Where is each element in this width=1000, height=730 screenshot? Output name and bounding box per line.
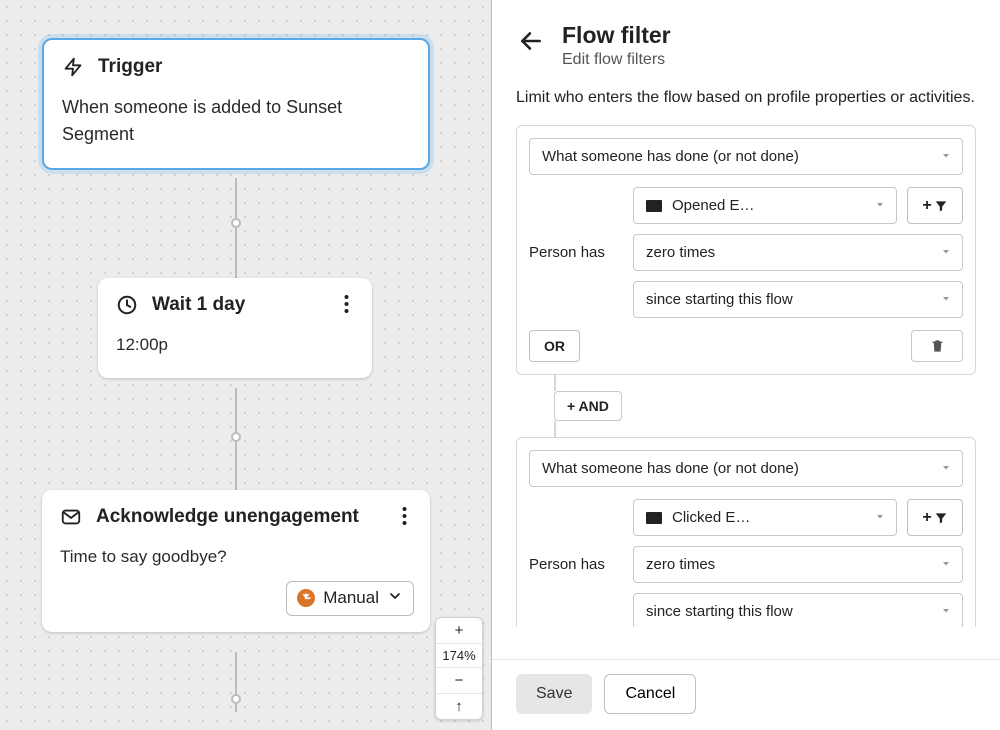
person-has-label: Person has: [529, 556, 621, 573]
panel-footer: Save Cancel: [492, 659, 1000, 730]
save-button[interactable]: Save: [516, 674, 592, 714]
chevron-down-icon: [940, 556, 952, 573]
flow-canvas[interactable]: Trigger When someone is added to Sunset …: [0, 0, 492, 730]
chevron-down-icon: [940, 291, 952, 308]
timeframe-label: since starting this flow: [646, 291, 793, 308]
tag-icon: [297, 589, 315, 607]
chevron-down-icon: [940, 244, 952, 261]
trigger-title: Trigger: [98, 56, 162, 78]
plus-icon: +: [922, 197, 931, 215]
connector-line: [235, 178, 237, 278]
add-filter-button[interactable]: +: [907, 499, 963, 536]
and-button[interactable]: + AND: [554, 391, 622, 421]
flow-filter-panel: Flow filter Edit flow filters Limit who …: [492, 0, 1000, 730]
event-label: Opened E…: [672, 197, 755, 214]
node-menu-button[interactable]: [392, 504, 416, 528]
email-title: Acknowledge unengagement: [96, 506, 359, 528]
chevron-down-icon: [874, 197, 886, 214]
zoom-level: 174%: [436, 644, 482, 668]
send-mode-label: Manual: [323, 588, 379, 608]
timeframe-select[interactable]: since starting this flow: [633, 281, 963, 318]
back-button[interactable]: [516, 26, 546, 56]
filter-group: What someone has done (or not done) Pers…: [516, 125, 976, 375]
timeframe-select[interactable]: since starting this flow: [633, 593, 963, 627]
or-button[interactable]: OR: [529, 330, 580, 362]
event-select[interactable]: Opened E…: [633, 187, 897, 224]
trigger-description: When someone is added to Sunset Segment: [62, 94, 410, 148]
zoom-out-button[interactable]: −: [436, 668, 482, 694]
event-icon: [646, 512, 662, 524]
chevron-down-icon: [940, 148, 952, 165]
connector-dot[interactable]: [231, 218, 241, 228]
node-menu-button[interactable]: [334, 292, 358, 316]
clock-icon: [116, 294, 138, 316]
plus-icon: +: [922, 509, 931, 527]
condition-type-select[interactable]: What someone has done (or not done): [529, 450, 963, 487]
lightning-icon: [62, 56, 84, 78]
send-mode-select[interactable]: Manual: [286, 581, 414, 616]
timeframe-label: since starting this flow: [646, 603, 793, 620]
wait-time: 12:00p: [116, 332, 354, 358]
filter-group: What someone has done (or not done) Pers…: [516, 437, 976, 627]
condition-type-label: What someone has done (or not done): [542, 460, 799, 477]
connector-dot[interactable]: [231, 694, 241, 704]
connector-dot[interactable]: [231, 432, 241, 442]
email-node[interactable]: Acknowledge unengagement Time to say goo…: [42, 490, 430, 632]
condition-type-select[interactable]: What someone has done (or not done): [529, 138, 963, 175]
chevron-down-icon: [874, 509, 886, 526]
chevron-down-icon: [940, 603, 952, 620]
count-label: zero times: [646, 556, 715, 573]
count-label: zero times: [646, 244, 715, 261]
event-icon: [646, 200, 662, 212]
count-select[interactable]: zero times: [633, 546, 963, 583]
scroll-up-button[interactable]: ↑: [436, 694, 482, 719]
wait-title: Wait 1 day: [152, 294, 245, 316]
count-select[interactable]: zero times: [633, 234, 963, 271]
and-connector: + AND: [554, 375, 976, 437]
person-has-label: Person has: [529, 244, 621, 261]
panel-instruction: Limit who enters the flow based on profi…: [516, 89, 976, 107]
panel-title: Flow filter: [562, 22, 671, 49]
email-preview: Time to say goodbye?: [60, 544, 412, 570]
chevron-down-icon: [940, 460, 952, 477]
delete-group-button[interactable]: [911, 330, 963, 362]
cancel-button[interactable]: Cancel: [604, 674, 696, 714]
event-label: Clicked E…: [672, 509, 750, 526]
mail-icon: [60, 506, 82, 528]
panel-subtitle: Edit flow filters: [562, 51, 671, 69]
add-filter-button[interactable]: +: [907, 187, 963, 224]
condition-type-label: What someone has done (or not done): [542, 148, 799, 165]
zoom-in-button[interactable]: +: [436, 618, 482, 644]
zoom-controls: + 174% − ↑: [435, 617, 483, 720]
chevron-down-icon: [387, 588, 403, 609]
wait-node[interactable]: Wait 1 day 12:00p: [98, 278, 372, 378]
event-select[interactable]: Clicked E…: [633, 499, 897, 536]
trigger-node[interactable]: Trigger When someone is added to Sunset …: [42, 38, 430, 170]
